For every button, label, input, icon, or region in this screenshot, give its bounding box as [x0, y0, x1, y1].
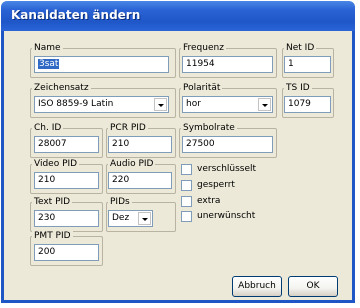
verschluesselt-label: verschlüsselt	[197, 164, 257, 174]
name-input[interactable]: 3sat	[34, 56, 169, 73]
dialog-body: Name 3sat Frequenz 11954 Net ID 1 Zeiche…	[1, 31, 355, 303]
video-pid-label: Video PID	[32, 159, 80, 170]
zeichensatz-select[interactable]: ISO 8859-9 Latin	[34, 96, 169, 113]
pids-select[interactable]: Dez	[108, 210, 153, 227]
frequenz-input[interactable]: 11954	[182, 56, 273, 73]
ch-id-label: Ch. ID	[32, 123, 64, 134]
zeichensatz-value: ISO 8859-9 Latin	[38, 99, 114, 109]
chevron-down-icon[interactable]	[154, 98, 167, 111]
zeichensatz-label: Zeichensatz	[32, 83, 91, 94]
ok-button[interactable]: OK	[288, 276, 338, 297]
pids-label: PIDs	[108, 197, 132, 208]
video-pid-input[interactable]: 210	[34, 172, 99, 189]
frequenz-label: Frequenz	[181, 43, 226, 54]
net-id-input[interactable]: 1	[284, 56, 331, 73]
chevron-down-icon[interactable]	[258, 98, 271, 111]
extra-checkbox[interactable]	[181, 196, 192, 207]
polaritaet-value: hor	[186, 99, 201, 109]
ts-id-input[interactable]: 1079	[284, 96, 331, 113]
text-pid-label: Text PID	[32, 197, 73, 208]
pids-value: Dez	[112, 213, 130, 223]
chevron-down-icon[interactable]	[138, 212, 151, 225]
gesperrt-checkbox[interactable]	[181, 180, 192, 191]
polaritaet-select[interactable]: hor	[182, 96, 273, 113]
window-title: Kanaldaten ändern	[11, 8, 141, 22]
pcr-pid-input[interactable]: 210	[108, 136, 172, 153]
name-value: 3sat	[38, 59, 60, 69]
verschluesselt-checkbox[interactable]	[181, 164, 192, 175]
polaritaet-label: Polarität	[181, 83, 223, 94]
symbolrate-label: Symbolrate	[181, 123, 237, 134]
name-label: Name	[32, 43, 63, 54]
cancel-button[interactable]: Abbruch	[232, 276, 282, 297]
dialog-window: Kanaldaten ändern Name 3sat Frequenz 119…	[0, 0, 360, 308]
unerwuenscht-checkbox[interactable]	[181, 211, 192, 222]
net-id-label: Net ID	[284, 43, 317, 54]
unerwuenscht-label: unerwünscht	[197, 211, 256, 221]
title-bar[interactable]: Kanaldaten ändern	[1, 1, 355, 31]
audio-pid-input[interactable]: 220	[108, 172, 172, 189]
ts-id-label: TS ID	[284, 83, 312, 94]
pcr-pid-label: PCR PID	[108, 123, 148, 134]
pmt-pid-label: PMT PID	[32, 231, 73, 242]
text-pid-input[interactable]: 230	[34, 210, 99, 227]
audio-pid-label: Audio PID	[108, 159, 156, 170]
extra-label: extra	[197, 196, 221, 206]
symbolrate-input[interactable]: 27500	[182, 136, 273, 153]
ch-id-input[interactable]: 28007	[34, 136, 99, 153]
gesperrt-label: gesperrt	[197, 180, 235, 190]
pmt-pid-input[interactable]: 200	[34, 244, 99, 261]
